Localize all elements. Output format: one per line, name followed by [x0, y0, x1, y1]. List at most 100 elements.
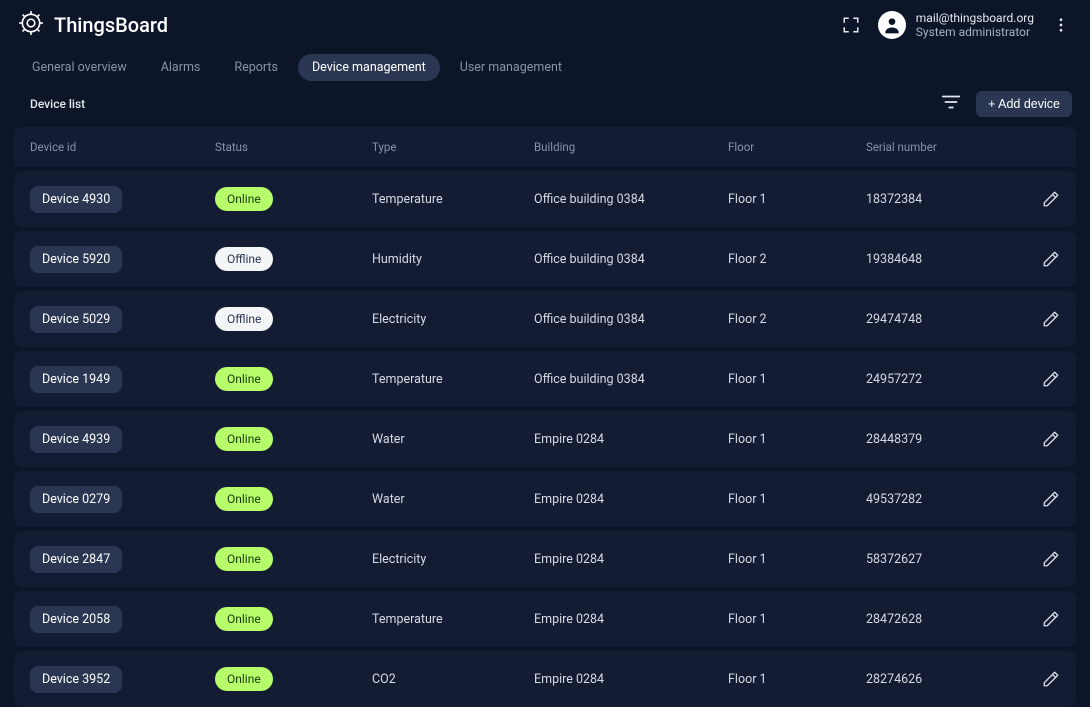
edit-button[interactable]: [1042, 430, 1060, 448]
edit-button[interactable]: [1042, 310, 1060, 328]
table-row: Device 1949 Online TemperatureOffice build…: [14, 351, 1076, 407]
col-header-serial: Serial number: [866, 140, 1016, 154]
cell-type: Humidity: [372, 252, 534, 267]
cell-serial: 24957272: [866, 372, 1016, 387]
status-badge: Offline: [215, 307, 273, 331]
pencil-icon: [1042, 250, 1060, 268]
cell-serial: 18372384: [866, 192, 1016, 207]
edit-button[interactable]: [1042, 610, 1060, 628]
pencil-icon: [1042, 670, 1060, 688]
user-role: System administrator: [916, 25, 1034, 39]
col-header-status: Status: [215, 140, 372, 154]
device-id-chip[interactable]: Device 2058: [30, 606, 122, 633]
col-header-floor: Floor: [728, 140, 866, 154]
cell-building: Empire 0284: [534, 612, 728, 627]
cell-building: Office building 0384: [534, 372, 728, 387]
table-row: Device 0279OnlineWaterEmpire 0284Floor 1…: [14, 471, 1076, 527]
cell-serial: 49537282: [866, 492, 1016, 507]
status-badge: Online: [215, 607, 273, 631]
cell-building: Office building 0384: [534, 252, 728, 267]
tab-device-management[interactable]: Device management: [298, 54, 440, 81]
status-badge: Online: [215, 367, 273, 391]
list-title: Device list: [30, 97, 85, 111]
pencil-icon: [1042, 550, 1060, 568]
cell-type: Electricity: [372, 552, 534, 567]
cell-serial: 28274626: [866, 672, 1016, 687]
cell-type: Temperature: [372, 372, 534, 387]
brand: ThingsBoard: [18, 10, 168, 40]
table-row: Device 5920 Offline HumidityOffice buildin…: [14, 231, 1076, 287]
add-device-button[interactable]: + Add device: [976, 91, 1072, 117]
tab-alarms[interactable]: Alarms: [147, 54, 215, 81]
brand-title: ThingsBoard: [54, 13, 168, 37]
cell-floor: Floor 1: [728, 492, 866, 507]
cell-floor: Floor 1: [728, 372, 866, 387]
cell-serial: 19384648: [866, 252, 1016, 267]
cell-type: Temperature: [372, 612, 534, 627]
col-header-building: Building: [534, 140, 728, 154]
cell-type: Electricity: [372, 312, 534, 327]
table-row: Device 3952 Online CO2Empire 0284Floor 128…: [14, 651, 1076, 707]
edit-button[interactable]: [1042, 670, 1060, 688]
col-header-type: Type: [372, 140, 534, 154]
device-id-chip[interactable]: Device 0279: [30, 486, 122, 513]
tab-user-management[interactable]: User management: [446, 54, 576, 81]
col-header-device: Device id: [30, 140, 215, 154]
device-id-chip[interactable]: Device 1949: [30, 366, 122, 393]
user-email: mail@thingsboard.org: [916, 11, 1034, 25]
cell-type: Temperature: [372, 192, 534, 207]
table-row: Device 5029 Offline ElectricityOffice buil…: [14, 291, 1076, 347]
edit-button[interactable]: [1042, 550, 1060, 568]
cell-building: Office building 0384: [534, 312, 728, 327]
status-badge: Online: [215, 187, 273, 211]
cell-floor: Floor 1: [728, 432, 866, 447]
status-badge: Online: [215, 487, 273, 511]
cell-building: Empire 0284: [534, 552, 728, 567]
edit-button[interactable]: [1042, 490, 1060, 508]
edit-button[interactable]: [1042, 370, 1060, 388]
status-badge: Online: [215, 547, 273, 571]
cell-type: Water: [372, 492, 534, 507]
device-id-chip[interactable]: Device 4930: [30, 186, 122, 213]
pencil-icon: [1042, 610, 1060, 628]
filter-button[interactable]: [940, 91, 962, 117]
device-id-chip[interactable]: Device 4939: [30, 426, 122, 453]
device-id-chip[interactable]: Device 5920: [30, 246, 122, 273]
cell-floor: Floor 1: [728, 612, 866, 627]
more-menu-button[interactable]: [1048, 12, 1074, 38]
cell-type: CO2: [372, 672, 534, 687]
edit-button[interactable]: [1042, 190, 1060, 208]
cell-building: Empire 0284: [534, 432, 728, 447]
tab-reports[interactable]: Reports: [220, 54, 292, 81]
pencil-icon: [1042, 490, 1060, 508]
device-id-chip[interactable]: Device 2847: [30, 546, 122, 573]
table-row: Device 2058 Online TemperatureEmpire 0284F…: [14, 591, 1076, 647]
table-row: Device 4930 Online TemperatureOffice build…: [14, 171, 1076, 227]
cell-building: Empire 0284: [534, 672, 728, 687]
user-menu[interactable]: mail@thingsboard.org System administrato…: [878, 11, 1034, 40]
pencil-icon: [1042, 190, 1060, 208]
pencil-icon: [1042, 430, 1060, 448]
fullscreen-button[interactable]: [838, 12, 864, 38]
tab-general-overview[interactable]: General overview: [18, 54, 141, 81]
pencil-icon: [1042, 310, 1060, 328]
status-badge: Online: [215, 667, 273, 691]
edit-button[interactable]: [1042, 250, 1060, 268]
cell-floor: Floor 1: [728, 672, 866, 687]
device-id-chip[interactable]: Device 3952: [30, 666, 122, 693]
cell-floor: Floor 2: [728, 252, 866, 267]
avatar-icon: [878, 11, 906, 39]
cell-floor: Floor 1: [728, 192, 866, 207]
brand-logo-icon: [18, 10, 44, 40]
status-badge: Offline: [215, 247, 273, 271]
pencil-icon: [1042, 370, 1060, 388]
cell-serial: 28448379: [866, 432, 1016, 447]
table-row: Device 4939OnlineWaterEmpire 0284Floor 1…: [14, 411, 1076, 467]
status-badge: Online: [215, 427, 273, 451]
cell-serial: 29474748: [866, 312, 1016, 327]
table-row: Device 2847OnlineElectricityEmpire 0284F…: [14, 531, 1076, 587]
device-id-chip[interactable]: Device 5029: [30, 306, 122, 333]
table-header: Device id Status Type Building Floor Ser…: [14, 127, 1076, 167]
cell-floor: Floor 2: [728, 312, 866, 327]
cell-building: Office building 0384: [534, 192, 728, 207]
